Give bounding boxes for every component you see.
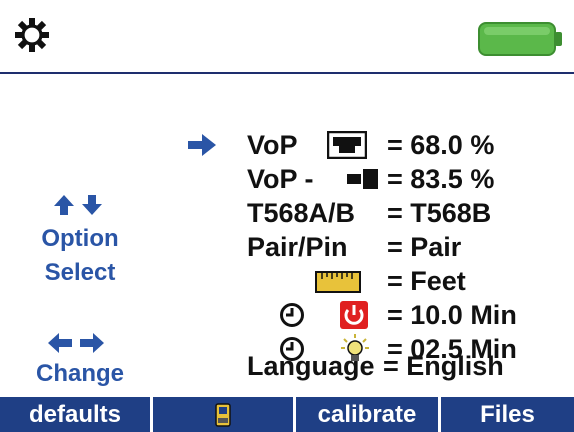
setting-label: Pair/Pin [247,232,348,262]
setting-row-vop-port[interactable]: VoP = 68.0 % [247,128,547,162]
change-label: Change [35,360,124,387]
setting-label: VoP [247,130,298,160]
selection-arrow-icon [188,134,216,156]
setting-row-auto-power-off[interactable]: = 10.0 Min [247,298,547,332]
setting-value: = English [383,351,504,381]
setting-label: VoP - [247,164,314,194]
calibrate-button[interactable]: calibrate [296,397,438,432]
battery-full-icon [478,22,562,56]
status-bar [0,0,574,72]
power-icon [340,301,368,329]
setting-value: = 10.0 Min [387,300,517,330]
setting-label: Language [247,351,375,381]
select-label: Select [44,259,116,286]
setting-label: T568A/B [247,198,356,228]
setting-row-wiring-standard[interactable]: T568A/B = T568B [247,196,547,230]
clock-icon [280,303,304,327]
ruler-icon [315,271,361,293]
option-label: Option [41,225,119,252]
setting-row-vop-cable[interactable]: VoP - = 83.5 % [247,162,547,196]
rj45-port-icon [327,131,367,159]
up-down-arrows-icon [54,195,102,215]
setting-row-language[interactable]: Language = English [247,349,547,383]
setting-row-pair-pin[interactable]: Pair/Pin = Pair [247,230,547,264]
setting-row-length-units[interactable]: = Feet [247,264,547,298]
setting-value: = Pair [387,232,462,262]
setting-value: = 68.0 % [387,130,495,160]
gear-icon[interactable] [12,15,52,55]
softkey-bar: defaults calibrate Files [0,397,574,432]
handheld-device-icon [215,403,231,427]
setting-value: = 83.5 % [387,164,495,194]
header-divider [0,72,574,74]
cable-plug-icon [347,169,378,189]
left-right-arrows-icon [48,333,104,353]
setting-value: = Feet [387,266,466,296]
defaults-button[interactable]: defaults [0,397,150,432]
files-button[interactable]: Files [441,397,574,432]
device-button[interactable] [153,397,293,432]
setting-value: = T568B [387,198,492,228]
